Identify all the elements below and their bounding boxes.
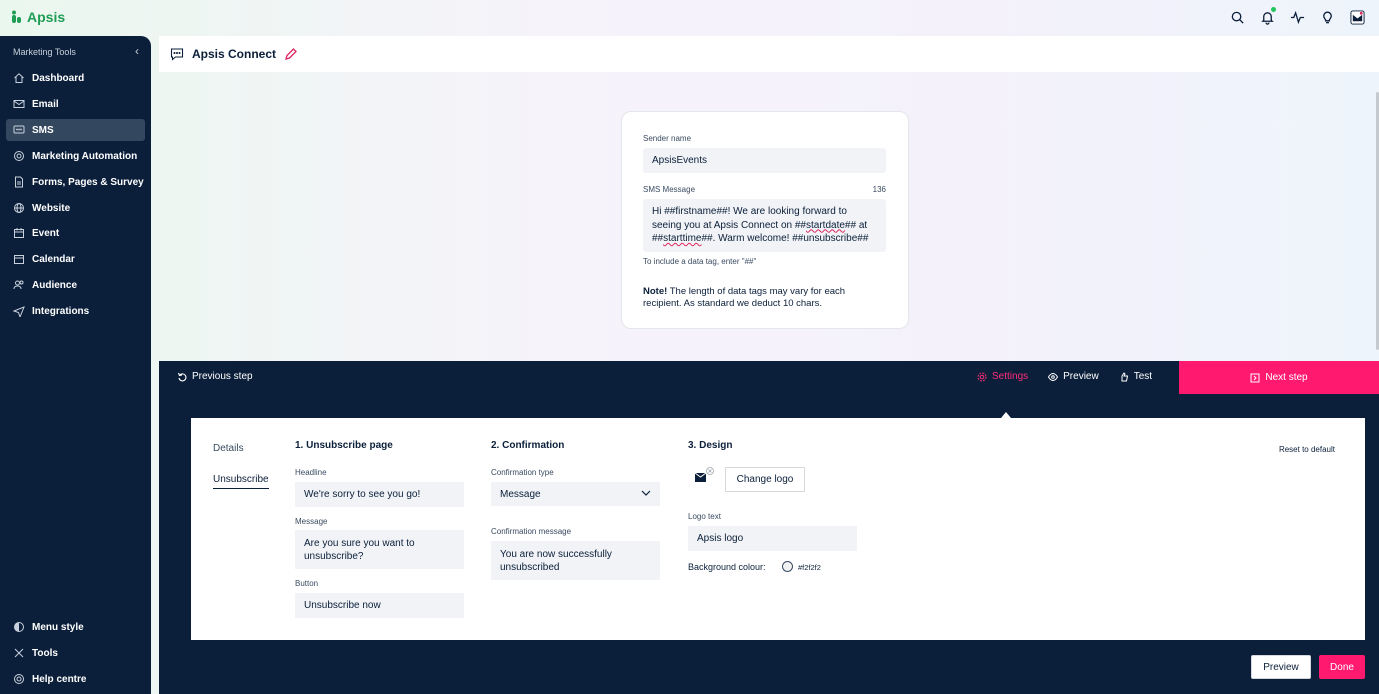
preview-button[interactable]: Preview [1251,655,1311,679]
edit-pencil-icon[interactable] [284,47,298,61]
notification-dot [1271,7,1276,12]
confirmation-type-select[interactable]: Message [491,482,660,506]
sender-name-input[interactable]: ApsisEvents [643,148,886,173]
change-logo-button[interactable]: Change logo [725,467,805,492]
sidebar: Marketing Tools ‹ Dashboard Email SMS Ma… [0,36,151,694]
brand-name: Apsis [27,9,66,25]
tools-icon [14,648,24,658]
help-icon [14,674,24,684]
previous-step-button[interactable]: Previous step [177,371,253,382]
event-icon [14,228,24,238]
reset-to-default-link[interactable]: Reset to default [1279,445,1335,454]
nav-details[interactable]: Details [213,443,244,454]
sidebar-item-forms[interactable]: Forms, Pages & Survey [6,171,145,193]
home-icon [14,73,24,83]
chevron-down-icon [641,490,651,496]
test-icon [1121,371,1128,381]
next-step-icon [1250,373,1260,382]
sidebar-item-sms[interactable]: SMS [6,119,145,141]
sidebar-item-website[interactable]: Website [6,197,145,219]
mail-icon [13,100,25,108]
sms-message-textarea[interactable]: Hi ##firstname##! We are looking forward… [643,199,886,252]
logo-mail-icon [694,467,714,482]
eye-icon [1048,372,1059,381]
lightbulb-icon[interactable] [1319,9,1335,25]
sidebar-item-menu-style[interactable]: Menu style [6,616,145,638]
audience-icon [13,280,24,290]
apsis-logo-icon [12,10,21,23]
sidebar-item-marketing-automation[interactable]: Marketing Automation [6,145,145,167]
account-icon[interactable] [1349,9,1365,25]
brand-logo[interactable]: Apsis [10,9,65,25]
logo-text-input[interactable]: Apsis logo [688,526,857,551]
message-label: Message [295,517,328,526]
message-input[interactable]: Are you sure you want to unsubscribe? [295,530,464,569]
sender-name-label: Sender name [643,134,692,143]
tab-settings[interactable]: Settings [977,371,1028,382]
confirmation-message-label: Confirmation message [491,527,572,536]
sidebar-heading: Marketing Tools [13,47,76,57]
sidebar-item-dashboard[interactable]: Dashboard [6,67,145,89]
note-text: Note! The length of data tags may vary f… [643,286,846,309]
sidebar-item-integrations[interactable]: Integrations [6,300,145,322]
integrations-icon [13,306,25,317]
chat-icon [13,125,25,134]
forms-icon [15,176,23,188]
top-bar: Apsis [0,0,1379,36]
unsubscribe-page-title: 1. Unsubscribe page [295,440,393,451]
gear-icon [977,372,987,381]
page-header: Apsis Connect [159,36,1379,72]
background-colour-value[interactable]: #f2f2f2 [798,563,821,572]
contrast-icon [14,622,24,632]
sidebar-item-audience[interactable]: Audience [6,274,145,296]
bell-icon[interactable] [1259,7,1276,25]
automation-icon [14,151,24,161]
logo-preview [694,467,716,487]
sidebar-item-calendar[interactable]: Calendar [6,248,145,270]
sidebar-item-help[interactable]: Help centre [6,668,145,690]
design-title: 3. Design [688,440,733,451]
button-label: Button [295,579,319,588]
sms-card: Sender name ApsisEvents SMS Message 136 … [621,111,909,329]
done-button[interactable]: Done [1319,655,1365,679]
activity-icon[interactable] [1289,9,1305,25]
nav-unsubscribe[interactable]: Unsubscribe [213,474,269,489]
collapse-sidebar-icon[interactable]: ‹ [135,45,139,57]
globe-icon [14,203,24,213]
sidebar-item-tools[interactable]: Tools [6,642,145,664]
confirmation-message-input[interactable]: You are now successfully unsubscribed [491,541,660,580]
sidebar-item-event[interactable]: Event [6,222,145,244]
next-step-button[interactable]: Next step [1179,361,1379,394]
background-colour-swatch[interactable] [782,561,793,572]
confirmation-type-label: Confirmation type [491,468,554,477]
char-count: 136 [872,185,886,194]
tab-preview[interactable]: Preview [1048,371,1099,382]
sidebar-item-email[interactable]: Email [6,93,145,115]
page-title: Apsis Connect [192,47,277,61]
background-colour-label: Background colour: [688,562,766,572]
chat-icon [170,48,184,61]
confirmation-title: 2. Confirmation [491,440,565,451]
step-panel: Previous step Settings Preview Test Next… [159,361,1379,694]
headline-input[interactable]: We're sorry to see you go! [295,482,464,507]
data-tag-hint: To include a data tag, enter "##" [643,257,757,266]
tab-test[interactable]: Test [1119,371,1152,382]
search-icon[interactable] [1229,9,1245,25]
logo-text-label: Logo text [688,512,721,521]
undo-icon [177,372,187,381]
calendar-icon [14,255,24,264]
settings-panel: Details Unsubscribe 1. Unsubscribe page … [191,418,1365,640]
headline-label: Headline [295,468,327,477]
sms-editor-canvas: Sender name ApsisEvents SMS Message 136 … [159,72,1379,361]
button-text-input[interactable]: Unsubscribe now [295,593,464,618]
sms-message-label: SMS Message [643,185,696,194]
